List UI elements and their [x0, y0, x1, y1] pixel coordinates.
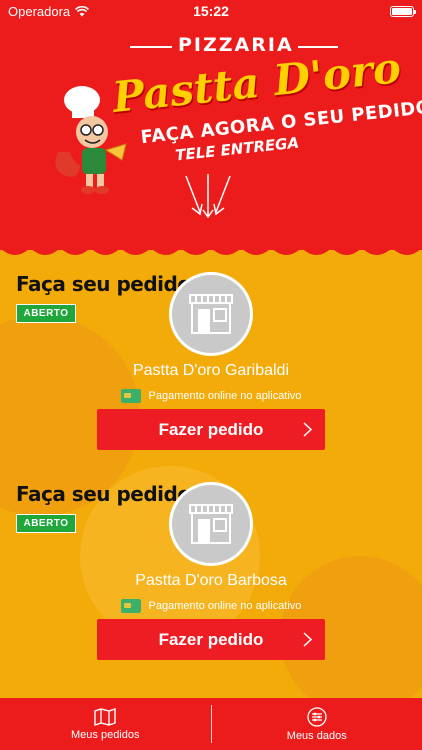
settings-sliders-icon: [307, 706, 327, 727]
status-badge: ABERTO: [16, 514, 76, 533]
payment-label: Pagamento online no aplicativo: [148, 390, 302, 402]
tab-divider: [210, 705, 212, 743]
store-name: Pastta D'oro Barbosa: [135, 572, 287, 589]
chef-mascot-icon: [55, 86, 127, 194]
chevron-right-icon: [303, 632, 313, 647]
order-button-label: Fazer pedido: [158, 629, 264, 649]
tab-label: Meus dados: [286, 729, 347, 742]
storefront-icon: [169, 272, 253, 356]
battery-icon: [390, 5, 416, 17]
store-card-barbosa: Faça seu pedido ABERTO Pastta D'oro Barb…: [0, 466, 422, 666]
credit-card-icon: [120, 389, 141, 403]
store-list: Faça seu pedido ABERTO Pastta D'oro Gari…: [0, 256, 422, 716]
store-heading: Faça seu pedido: [16, 482, 191, 506]
store-heading: Faça seu pedido: [16, 272, 191, 296]
brand-header: PIZZARIA Pastta D'oro FAÇA AGORA O SEU P…: [0, 22, 422, 250]
credit-card-icon: [120, 599, 141, 613]
payment-info: Pagamento online no aplicativo: [0, 599, 422, 613]
chevron-right-icon: [303, 422, 313, 437]
brand-pizzaria: PIZZARIA: [178, 34, 294, 56]
status-badge: ABERTO: [16, 304, 76, 323]
map-icon: [94, 707, 116, 726]
tab-meus-pedidos[interactable]: Meus pedidos: [0, 698, 211, 750]
order-button[interactable]: Fazer pedido: [97, 409, 325, 450]
store-name: Pastta D'oro Garibaldi: [132, 362, 289, 379]
wifi-icon: [75, 5, 90, 16]
store-card-garibaldi: Faça seu pedido ABERTO Pastta D'oro Gari…: [0, 256, 422, 456]
order-button[interactable]: Fazer pedido: [97, 619, 325, 660]
storefront-icon: [169, 482, 253, 566]
tab-label: Meus pedidos: [71, 728, 140, 741]
payment-info: Pagamento online no aplicativo: [0, 389, 422, 403]
carrier-label: Operadora: [8, 3, 71, 19]
tab-bar: Meus pedidos Meus dados: [0, 698, 422, 750]
status-bar: Operadora 15:22: [0, 0, 422, 22]
tab-meus-dados[interactable]: Meus dados: [212, 698, 422, 750]
scroll-down-arrows-icon: [185, 174, 231, 219]
payment-label: Pagamento online no aplicativo: [148, 600, 302, 612]
order-button-label: Fazer pedido: [158, 419, 264, 439]
